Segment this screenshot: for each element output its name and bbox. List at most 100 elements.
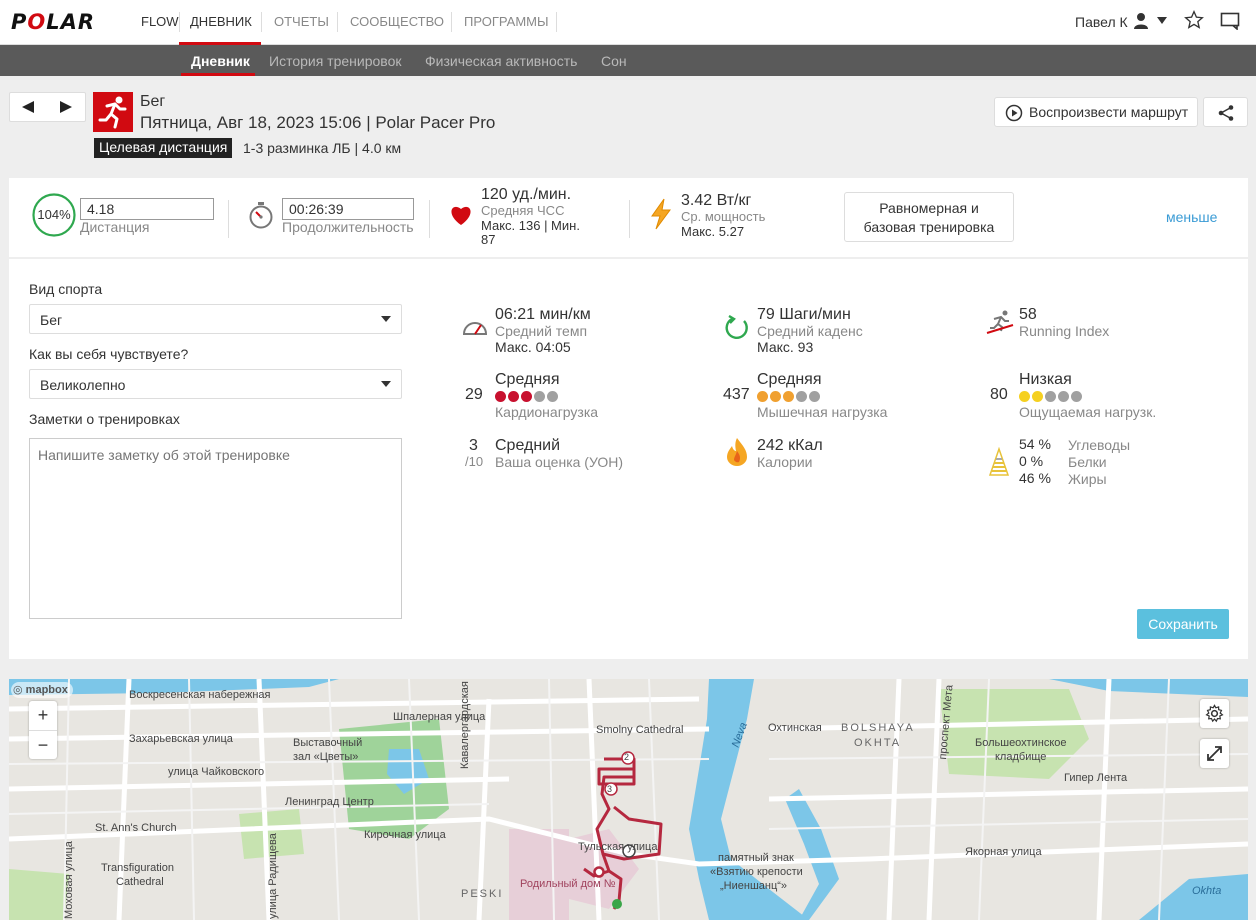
- chevron-down-icon[interactable]: [1157, 17, 1167, 24]
- running-index-value: 58: [1019, 306, 1037, 323]
- notes-textarea[interactable]: [29, 438, 402, 619]
- nav-reports[interactable]: ОТЧЕТЫ: [274, 14, 329, 29]
- subnav-training-history[interactable]: История тренировок: [269, 53, 401, 69]
- muscle-load-number: 437: [723, 386, 750, 403]
- replay-route-button[interactable]: Воспроизвести маршрут: [994, 97, 1198, 127]
- map-label: кладбище: [995, 751, 1047, 763]
- map-label: Okhta: [1192, 885, 1222, 897]
- polar-logo[interactable]: POLAR: [11, 10, 95, 34]
- hr-max-min: Макс. 136 | Мин.: [481, 218, 580, 233]
- target-percent: 104%: [37, 207, 71, 222]
- carbs-label: Углеводы: [1068, 437, 1131, 453]
- sport-type-label: Вид спорта: [29, 281, 103, 297]
- calories-label: Калории: [757, 454, 813, 470]
- map-label: Охтинская: [768, 722, 822, 734]
- notes-label: Заметки о тренировках: [29, 411, 180, 427]
- distance-input[interactable]: 4.18: [80, 198, 214, 220]
- divider: [429, 200, 430, 238]
- map-label: Родильный дом №: [520, 878, 616, 890]
- zoom-out-button[interactable]: −: [29, 731, 57, 759]
- level-dot: [1058, 391, 1069, 402]
- level-dot: [796, 391, 807, 402]
- rpe-level: Средний: [495, 437, 561, 454]
- map-label: Большеохтинское: [975, 737, 1067, 749]
- nav-flow[interactable]: FLOW: [141, 14, 179, 29]
- map-label: Моховая улица: [63, 841, 75, 919]
- map-label: Якорная улица: [965, 846, 1042, 858]
- less-link[interactable]: меньше: [1166, 209, 1217, 225]
- training-benefit-button[interactable]: Равномерная и базовая тренировка: [844, 192, 1014, 242]
- zoom-in-button[interactable]: +: [29, 701, 57, 730]
- mapbox-attribution: mapbox: [25, 684, 68, 696]
- nav-community[interactable]: СООБЩЕСТВО: [350, 14, 444, 29]
- share-button[interactable]: [1203, 97, 1248, 127]
- map-label: Гипер Лента: [1064, 772, 1128, 784]
- share-icon: [1217, 104, 1235, 125]
- power-value: 3.42 Вт/кг: [681, 192, 752, 209]
- expand-icon: [1206, 745, 1223, 767]
- map-label: Выставочный: [293, 737, 363, 749]
- pace-max: Макс. 04:05: [495, 339, 571, 355]
- muscle-load-label: Мышечная нагрузка: [757, 404, 888, 420]
- mapbox-logo[interactable]: ◎ mapbox: [11, 682, 73, 698]
- lightning-icon: [649, 198, 673, 235]
- level-dot: [783, 391, 794, 402]
- cadence-value: 79 Шаги/мин: [757, 306, 851, 323]
- route-map[interactable]: 2 3 Воскресенская набережная Шпалерная у…: [9, 679, 1248, 920]
- running-index-label: Running Index: [1019, 323, 1110, 339]
- rpe-denominator: /10: [465, 454, 484, 469]
- nav-diary[interactable]: ДНЕВНИК: [190, 14, 252, 29]
- sport-type-select[interactable]: Бег: [29, 304, 402, 334]
- map-label: BOLSHAYA: [841, 722, 915, 734]
- divider: [228, 200, 229, 238]
- map-label: Шпалерная улица: [393, 711, 486, 723]
- pace-value: 06:21 мин/км: [495, 306, 591, 323]
- map-label: Cathedral: [116, 876, 164, 888]
- subnav-activity[interactable]: Физическая активность: [425, 53, 577, 69]
- carbs-percent: 54 %: [1019, 436, 1051, 452]
- power-label: Ср. мощность: [681, 209, 766, 224]
- route-marker-3: 3: [607, 784, 613, 794]
- nav-separator: [261, 12, 262, 32]
- subnav-diary[interactable]: Дневник: [191, 53, 250, 69]
- hr-value: 120 уд./мин.: [481, 186, 572, 203]
- user-icon[interactable]: [1133, 12, 1149, 35]
- sport-type-value: Бег: [40, 312, 63, 328]
- map-settings-button[interactable]: [1200, 699, 1229, 728]
- map-label: OKHTA: [854, 737, 902, 749]
- level-dot: [508, 391, 519, 402]
- summary-panel: 104% 4.18 Дистанция 00:26:39 Продолжител…: [9, 178, 1248, 258]
- target-description: 1-3 разминка ЛБ | 4.0 км: [243, 140, 402, 156]
- map-label: улица Радищева: [267, 833, 279, 919]
- nav-programs[interactable]: ПРОГРАММЫ: [464, 14, 549, 29]
- duration-input[interactable]: 00:26:39: [282, 198, 414, 220]
- rpe-label: Ваша оценка (УОН): [495, 454, 624, 470]
- star-icon[interactable]: [1184, 10, 1204, 35]
- level-dot: [521, 391, 532, 402]
- message-icon[interactable]: [1220, 12, 1240, 35]
- level-dot: [1032, 391, 1043, 402]
- subnav-sleep[interactable]: Сон: [601, 53, 627, 69]
- map-background: [9, 679, 1248, 920]
- prev-arrow-icon[interactable]: [22, 101, 34, 113]
- cardio-load-label: Кардионагрузка: [495, 404, 599, 420]
- prev-next-controls: [9, 92, 86, 122]
- gear-icon: [1205, 704, 1224, 728]
- next-arrow-icon[interactable]: [60, 101, 72, 113]
- fat-percent: 46 %: [1019, 470, 1051, 486]
- perceived-load-label: Ощущаемая нагрузк.: [1019, 404, 1157, 420]
- map-label: Воскресенская набережная: [129, 689, 271, 701]
- training-benefit-line-1: Равномерная и: [879, 200, 979, 216]
- user-name[interactable]: Павел К: [1075, 14, 1128, 30]
- rpe-number: 3: [469, 437, 478, 454]
- divider: [629, 200, 630, 238]
- feeling-value: Великолепно: [40, 377, 126, 393]
- save-button[interactable]: Сохранить: [1137, 609, 1229, 639]
- nav-separator: [556, 12, 557, 32]
- map-fullscreen-button[interactable]: [1200, 739, 1229, 768]
- feeling-select[interactable]: Великолепно: [29, 369, 402, 399]
- cardio-load-level: Средняя: [495, 371, 560, 388]
- level-dot: [495, 391, 506, 402]
- chevron-down-icon: [381, 381, 391, 387]
- level-dot: [534, 391, 545, 402]
